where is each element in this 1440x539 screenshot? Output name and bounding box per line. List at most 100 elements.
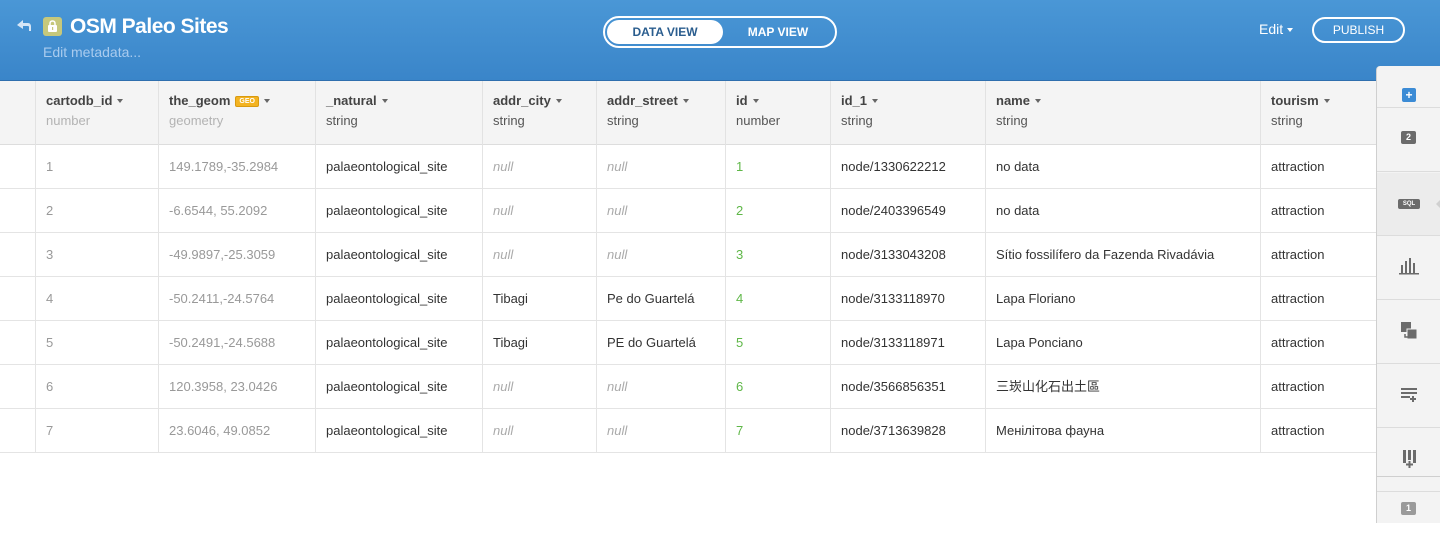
row-select-cell[interactable]	[0, 233, 35, 277]
cell-id-1[interactable]: node/1330622212	[830, 145, 985, 189]
cell-id-1[interactable]: node/3133118970	[830, 277, 985, 321]
column-type[interactable]: string	[493, 113, 525, 128]
cell-addr-street[interactable]: Pe do Guartelá	[596, 277, 725, 321]
column-type[interactable]: string	[841, 113, 873, 128]
cell-natural[interactable]: palaeontological_site	[315, 277, 482, 321]
row-select-cell[interactable]	[0, 409, 35, 453]
column-name[interactable]: _natural	[326, 93, 388, 108]
cell-tourism[interactable]: attraction	[1260, 409, 1376, 453]
row-select-cell[interactable]	[0, 321, 35, 365]
cell-tourism[interactable]: attraction	[1260, 365, 1376, 409]
column-name[interactable]: addr_street	[607, 93, 689, 108]
cell-name[interactable]: no data	[985, 145, 1260, 189]
add-layer-button[interactable]: +	[1377, 66, 1440, 108]
merge-tables-button[interactable]	[1377, 301, 1440, 364]
cell-the-geom[interactable]: -50.2491,-24.5688	[158, 321, 315, 365]
cell-cartodb-id[interactable]: 6	[35, 365, 158, 409]
cell-id-1[interactable]: node/2403396549	[830, 189, 985, 233]
column-type[interactable]: string	[607, 113, 639, 128]
cell-natural[interactable]: palaeontological_site	[315, 145, 482, 189]
column-name[interactable]: cartodb_id	[46, 93, 124, 108]
cell-the-geom[interactable]: -50.2411,-24.5764	[158, 277, 315, 321]
cell-cartodb-id[interactable]: 7	[35, 409, 158, 453]
cell-addr-street[interactable]: null	[596, 145, 725, 189]
cell-name[interactable]: no data	[985, 189, 1260, 233]
cell-name[interactable]: Sítio fossilífero da Fazenda Rivadávia	[985, 233, 1260, 277]
lock-icon[interactable]	[43, 17, 62, 36]
layer-1-button[interactable]: 1	[1377, 476, 1440, 539]
edit-metadata-link[interactable]: Edit metadata...	[43, 44, 141, 60]
chevron-down-icon[interactable]	[263, 99, 270, 103]
edit-dropdown[interactable]: Edit	[1259, 21, 1294, 37]
cell-name[interactable]: Менілітова фауна	[985, 409, 1260, 453]
add-row-button[interactable]	[1377, 365, 1440, 428]
row-select-cell[interactable]	[0, 145, 35, 189]
cell-id[interactable]: 5	[725, 321, 830, 365]
column-name[interactable]: addr_city	[493, 93, 562, 108]
publish-button[interactable]: PUBLISH	[1312, 17, 1405, 43]
chevron-down-icon[interactable]	[1034, 99, 1041, 103]
chevron-down-icon[interactable]	[381, 99, 388, 103]
column-name[interactable]: id_1	[841, 93, 879, 108]
cell-tourism[interactable]: attraction	[1260, 321, 1376, 365]
column-header-addr-city[interactable]: addr_citystring	[482, 81, 596, 145]
cell-the-geom[interactable]: 149.1789,-35.2984	[158, 145, 315, 189]
back-arrow-icon[interactable]	[14, 17, 34, 35]
cell-id[interactable]: 7	[725, 409, 830, 453]
cell-name[interactable]: Lapa Ponciano	[985, 321, 1260, 365]
cell-the-geom[interactable]: -6.6544, 55.2092	[158, 189, 315, 233]
cell-natural[interactable]: palaeontological_site	[315, 233, 482, 277]
column-name[interactable]: the_geom GEO	[169, 93, 270, 108]
cell-cartodb-id[interactable]: 1	[35, 145, 158, 189]
cell-addr-street[interactable]: null	[596, 365, 725, 409]
cell-natural[interactable]: palaeontological_site	[315, 409, 482, 453]
cell-addr-street[interactable]: null	[596, 189, 725, 233]
cell-addr-city[interactable]: null	[482, 365, 596, 409]
cell-natural[interactable]: palaeontological_site	[315, 365, 482, 409]
cell-tourism[interactable]: attraction	[1260, 277, 1376, 321]
cell-id-1[interactable]: node/3133043208	[830, 233, 985, 277]
chevron-down-icon[interactable]	[752, 99, 759, 103]
cell-addr-street[interactable]: null	[596, 233, 725, 277]
cell-addr-city[interactable]: null	[482, 145, 596, 189]
column-type[interactable]: geometry	[169, 113, 223, 128]
cell-addr-city[interactable]: null	[482, 189, 596, 233]
cell-id[interactable]: 2	[725, 189, 830, 233]
column-name[interactable]: id	[736, 93, 759, 108]
column-header-the-geom[interactable]: the_geom GEO geometry	[158, 81, 315, 145]
chevron-down-icon[interactable]	[682, 99, 689, 103]
row-select-cell[interactable]	[0, 365, 35, 409]
cell-id[interactable]: 1	[725, 145, 830, 189]
cell-addr-city[interactable]: Tibagi	[482, 321, 596, 365]
cell-addr-city[interactable]: null	[482, 233, 596, 277]
chevron-down-icon[interactable]	[117, 99, 124, 103]
column-type[interactable]: number	[46, 113, 90, 128]
cell-cartodb-id[interactable]: 4	[35, 277, 158, 321]
cell-addr-city[interactable]: Tibagi	[482, 277, 596, 321]
column-header-id[interactable]: id number	[725, 81, 830, 145]
chevron-down-icon[interactable]	[872, 99, 879, 103]
style-button[interactable]	[1377, 237, 1440, 300]
cell-name[interactable]: Lapa Floriano	[985, 277, 1260, 321]
column-header-id-1[interactable]: id_1string	[830, 81, 985, 145]
chevron-down-icon[interactable]	[555, 99, 562, 103]
chevron-down-icon[interactable]	[1323, 99, 1330, 103]
column-type[interactable]: string	[996, 113, 1028, 128]
cell-id-1[interactable]: node/3713639828	[830, 409, 985, 453]
cell-the-geom[interactable]: 23.6046, 49.0852	[158, 409, 315, 453]
sql-button[interactable]: SQL	[1377, 173, 1440, 236]
column-header-tourism[interactable]: tourism string	[1260, 81, 1376, 145]
column-type[interactable]: number	[736, 113, 780, 128]
cell-tourism[interactable]: attraction	[1260, 145, 1376, 189]
cell-addr-city[interactable]: null	[482, 409, 596, 453]
cell-addr-street[interactable]: PE do Guartelá	[596, 321, 725, 365]
cell-id[interactable]: 6	[725, 365, 830, 409]
row-select-cell[interactable]	[0, 277, 35, 321]
cell-id[interactable]: 3	[725, 233, 830, 277]
cell-tourism[interactable]: attraction	[1260, 233, 1376, 277]
cell-cartodb-id[interactable]: 3	[35, 233, 158, 277]
cell-natural[interactable]: palaeontological_site	[315, 189, 482, 233]
column-header-addr-street[interactable]: addr_streetstring	[596, 81, 725, 145]
cell-id[interactable]: 4	[725, 277, 830, 321]
column-header-natural[interactable]: _natural string	[315, 81, 482, 145]
